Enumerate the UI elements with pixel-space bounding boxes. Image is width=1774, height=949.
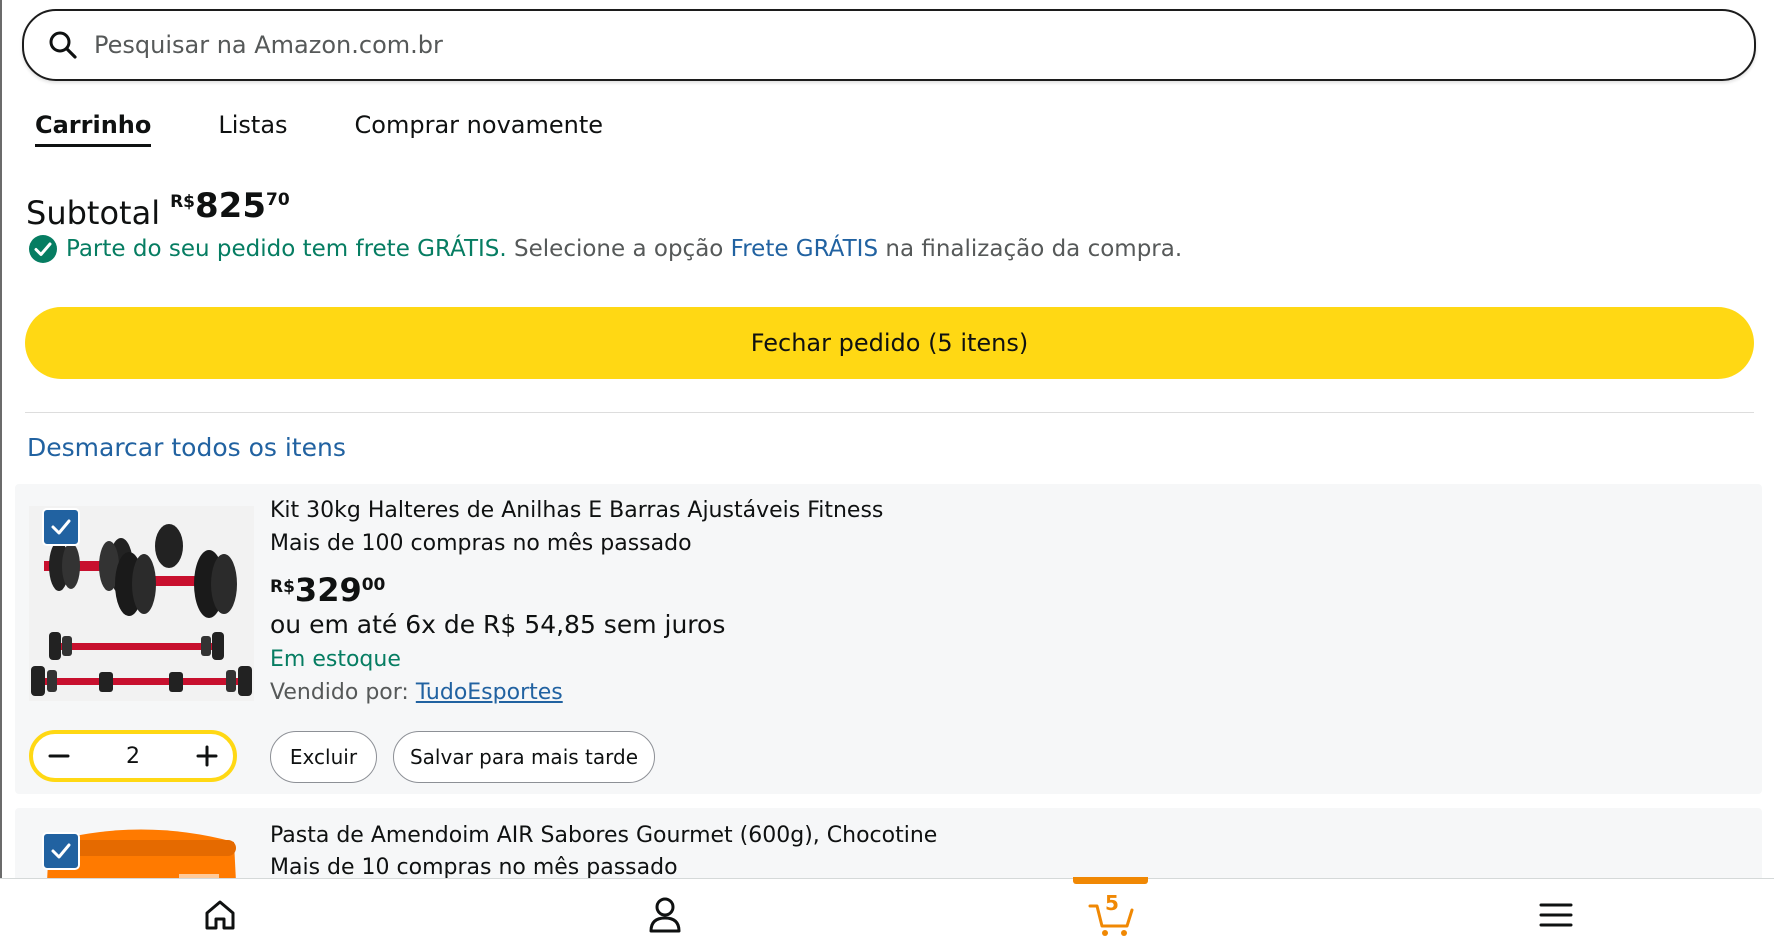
cart-tabs: Carrinho Listas Comprar novamente xyxy=(35,111,603,147)
delete-item-button[interactable]: Excluir xyxy=(270,731,377,783)
quantity-stepper: 2 xyxy=(29,730,237,782)
minus-icon xyxy=(48,754,70,758)
search-input[interactable] xyxy=(94,31,1594,59)
item-installments: ou em até 6x de R$ 54,85 sem juros xyxy=(270,610,726,639)
cart-count-badge: 5 xyxy=(1105,891,1119,915)
item-price-integer: 329 xyxy=(294,571,362,609)
decrease-quantity-button[interactable] xyxy=(45,742,73,770)
menu-icon xyxy=(1539,903,1573,926)
cart-item: Kit 30kg Halteres de Anilhas E Barras Aj… xyxy=(15,484,1762,794)
divider xyxy=(25,412,1754,413)
quantity-value: 2 xyxy=(126,743,140,769)
tab-listas[interactable]: Listas xyxy=(218,111,287,147)
tab-comprar-novamente[interactable]: Comprar novamente xyxy=(355,111,603,147)
window-edge xyxy=(0,0,2,949)
free-shipping-option-link[interactable]: Frete GRÁTIS xyxy=(731,236,878,262)
seller-label: Vendido por: xyxy=(270,680,416,705)
cart-active-indicator xyxy=(1073,877,1148,884)
nav-home[interactable] xyxy=(180,879,260,949)
save-for-later-button[interactable]: Salvar para mais tarde xyxy=(393,731,655,783)
nav-cart[interactable]: 5 xyxy=(1072,879,1152,949)
item-purchases: Mais de 10 compras no mês passado xyxy=(270,855,678,880)
item-seller: Vendido por: TudoEsportes xyxy=(270,680,563,705)
seller-link[interactable]: TudoEsportes xyxy=(416,680,563,705)
subtotal-decimal: 70 xyxy=(265,190,290,210)
item-price-currency: R$ xyxy=(270,577,295,597)
item-price-decimal: 00 xyxy=(361,575,386,595)
subtotal-integer: 825 xyxy=(195,186,266,226)
free-shipping-text: Parte do seu pedido tem frete GRÁTIS. xyxy=(66,236,507,262)
item-title[interactable]: Pasta de Amendoim AIR Sabores Gourmet (6… xyxy=(270,823,937,848)
free-shipping-instruction: Selecione a opção xyxy=(506,236,731,262)
item-checkbox[interactable] xyxy=(42,508,80,546)
check-circle-icon xyxy=(29,235,57,263)
home-icon xyxy=(205,900,235,929)
item-price: R$ 329 00 xyxy=(270,571,385,609)
subtotal-currency: R$ xyxy=(170,192,195,212)
user-icon xyxy=(649,897,681,932)
item-purchases: Mais de 100 compras no mês passado xyxy=(270,531,692,556)
item-title[interactable]: Kit 30kg Halteres de Anilhas E Barras Aj… xyxy=(270,498,883,523)
nav-menu[interactable] xyxy=(1516,879,1596,949)
checkout-button[interactable]: Fechar pedido (5 itens) xyxy=(25,307,1754,379)
cart-page: Carrinho Listas Comprar novamente Subtot… xyxy=(0,0,1774,949)
bottom-navigation: 5 xyxy=(0,878,1774,949)
free-shipping-notice: Parte do seu pedido tem frete GRÁTIS. Se… xyxy=(28,234,1182,264)
plus-icon xyxy=(196,745,218,767)
increase-quantity-button[interactable] xyxy=(193,742,221,770)
item-checkbox[interactable] xyxy=(42,832,80,870)
free-shipping-suffix: na finalização da compra. xyxy=(878,236,1183,262)
tab-carrinho[interactable]: Carrinho xyxy=(35,111,152,147)
nav-account[interactable] xyxy=(625,879,705,949)
subtotal: Subtotal R$ 825 70 xyxy=(26,186,290,232)
checkmark-icon xyxy=(51,519,71,535)
checkmark-icon xyxy=(51,843,71,859)
search-icon xyxy=(49,31,77,59)
subtotal-label: Subtotal xyxy=(26,194,161,232)
search-bar[interactable] xyxy=(22,9,1756,81)
deselect-all-link[interactable]: Desmarcar todos os itens xyxy=(27,433,346,462)
item-stock-status: Em estoque xyxy=(270,647,401,672)
